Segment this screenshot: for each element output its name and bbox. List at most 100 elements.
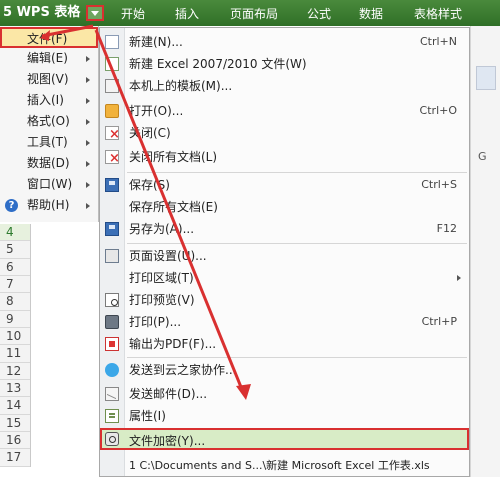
tab-home[interactable]: 开始 bbox=[121, 5, 145, 23]
menu-item-label: 关闭所有文档(L) bbox=[129, 150, 218, 164]
file-submenu: 新建(N)... Ctrl+N 新建 Excel 2007/2010 文件(W)… bbox=[99, 27, 470, 477]
pdf-icon bbox=[105, 337, 119, 351]
menu-item-label: 本机上的模板(M)... bbox=[129, 79, 233, 93]
menu-item-label: 输出为PDF(F)... bbox=[129, 337, 217, 351]
menu-item-label: 帮助(H) bbox=[27, 198, 70, 212]
menu-item-save[interactable]: 保存(S) Ctrl+S bbox=[100, 174, 469, 196]
row-header[interactable]: 8 bbox=[0, 293, 30, 311]
menu-item-close-all[interactable]: 关闭所有文档(L) bbox=[100, 146, 469, 170]
menu-item-label: 打开(O)... bbox=[129, 104, 184, 118]
chevron-down-icon bbox=[91, 10, 99, 16]
menu-separator bbox=[127, 172, 467, 173]
menu-item-recent-file[interactable]: 1 C:\Documents and S...\新建 Microsoft Exc… bbox=[100, 455, 469, 477]
folder-open-icon bbox=[105, 104, 119, 118]
menu-item-save-all[interactable]: 保存所有文档(E) bbox=[100, 196, 469, 218]
menu-item-send-mail[interactable]: 发送邮件(D)... bbox=[100, 383, 469, 405]
row-header[interactable]: 9 bbox=[0, 311, 30, 329]
menu-item-label: 打印区域(T) bbox=[129, 271, 194, 285]
print-preview-icon bbox=[105, 293, 119, 307]
menu-item-label: 打印预览(V) bbox=[129, 293, 195, 307]
menu-item-label: 保存(S) bbox=[129, 178, 170, 192]
menu-item-help[interactable]: ? 帮助(H) bbox=[0, 195, 98, 216]
logo-prefix: 5 bbox=[3, 5, 13, 20]
menu-separator bbox=[127, 357, 467, 358]
menu-item-label: 新建 Excel 2007/2010 文件(W) bbox=[129, 57, 307, 71]
menu-item-label: 工具(T) bbox=[27, 135, 68, 149]
menu-item-data[interactable]: 数据(D) bbox=[0, 153, 98, 174]
ribbon-bar: 5 WPS 表格 开始 插入 页面布局 公式 数据 表格样式 bbox=[0, 0, 500, 26]
tab-page-layout[interactable]: 页面布局 bbox=[230, 5, 278, 23]
menu-item-label: 属性(I) bbox=[129, 409, 166, 423]
menu-item-page-setup[interactable]: 页面设置(U)... bbox=[100, 245, 469, 267]
menu-item-label: 1 C:\Documents and S...\新建 Microsoft Exc… bbox=[129, 459, 430, 472]
menu-item-print-preview[interactable]: 打印预览(V) bbox=[100, 289, 469, 311]
chevron-right-icon bbox=[86, 161, 90, 167]
row-header[interactable]: 5 bbox=[0, 241, 30, 259]
menu-item-label: 页面设置(U)... bbox=[129, 249, 207, 263]
menu-item-open[interactable]: 打开(O)... Ctrl+O bbox=[100, 100, 469, 122]
menu-item-format[interactable]: 格式(O) bbox=[0, 111, 98, 132]
menu-item-label: 发送到云之家协作... bbox=[129, 363, 237, 377]
row-header[interactable]: 16 bbox=[0, 432, 30, 450]
menu-item-print-area[interactable]: 打印区域(T) bbox=[100, 267, 469, 289]
row-header[interactable]: 13 bbox=[0, 380, 30, 398]
shortcut-label: Ctrl+O bbox=[419, 104, 457, 117]
row-header[interactable]: 12 bbox=[0, 363, 30, 381]
menu-item-label: 数据(D) bbox=[27, 156, 70, 170]
menu-item-label: 格式(O) bbox=[27, 114, 70, 128]
menu-item-properties[interactable]: 属性(I) bbox=[100, 405, 469, 427]
lock-icon bbox=[105, 432, 119, 446]
tab-data[interactable]: 数据 bbox=[359, 5, 383, 23]
menu-item-label: 发送邮件(D)... bbox=[129, 387, 208, 401]
menu-item-edit[interactable]: 编辑(E) bbox=[0, 48, 98, 69]
row-header[interactable]: 11 bbox=[0, 345, 30, 363]
row-header[interactable]: 6 bbox=[0, 259, 30, 277]
toolbar-right-strip bbox=[470, 26, 500, 477]
menu-item-tools[interactable]: 工具(T) bbox=[0, 132, 98, 153]
menu-item-send-to-cloud[interactable]: 发送到云之家协作... bbox=[100, 359, 469, 381]
app-menu-dropdown-button[interactable] bbox=[86, 5, 104, 21]
page-setup-icon bbox=[105, 249, 119, 263]
menu-item-label: 另存为(A)... bbox=[129, 222, 195, 236]
row-header[interactable]: 14 bbox=[0, 397, 30, 415]
chevron-right-icon bbox=[457, 275, 461, 281]
menu-item-print[interactable]: 打印(P)... Ctrl+P bbox=[100, 311, 469, 333]
menu-item-label: 保存所有文档(E) bbox=[129, 200, 218, 214]
shortcut-label: Ctrl+P bbox=[421, 315, 457, 328]
row-header[interactable]: 10 bbox=[0, 328, 30, 346]
toolbar-button-icon[interactable] bbox=[476, 66, 496, 90]
menu-item-view[interactable]: 视图(V) bbox=[0, 69, 98, 90]
new-document-icon bbox=[105, 35, 119, 49]
row-header[interactable]: 7 bbox=[0, 276, 30, 294]
tab-insert[interactable]: 插入 bbox=[175, 5, 199, 23]
menu-item-window[interactable]: 窗口(W) bbox=[0, 174, 98, 195]
menu-item-label: 关闭(C) bbox=[129, 126, 171, 140]
menu-item-close[interactable]: 关闭(C) bbox=[100, 122, 469, 146]
row-header[interactable]: 17 bbox=[0, 449, 30, 467]
save-icon bbox=[105, 178, 119, 192]
menu-item-file-encryption[interactable]: 文件加密(Y)... bbox=[100, 428, 469, 450]
menu-item-label: 新建(N)... bbox=[129, 35, 183, 49]
menu-item-new[interactable]: 新建(N)... Ctrl+N bbox=[100, 31, 469, 53]
chevron-right-icon bbox=[86, 77, 90, 83]
row-header[interactable]: 4 bbox=[0, 224, 30, 242]
app-logo[interactable]: 5 WPS 表格 bbox=[3, 4, 85, 22]
menu-item-export-pdf[interactable]: 输出为PDF(F)... bbox=[100, 333, 469, 355]
properties-icon bbox=[105, 409, 119, 423]
cloud-icon bbox=[105, 363, 119, 377]
menu-item-new-excel[interactable]: 新建 Excel 2007/2010 文件(W) bbox=[100, 53, 469, 75]
tab-table-styles[interactable]: 表格样式 bbox=[414, 5, 462, 23]
menu-item-insert[interactable]: 插入(I) bbox=[0, 90, 98, 111]
menu-item-local-templates[interactable]: 本机上的模板(M)... bbox=[100, 75, 469, 97]
mail-icon bbox=[105, 387, 119, 401]
main-menu: 文件(F) 编辑(E) 视图(V) 插入(I) 格式(O) 工具(T) 数据(D… bbox=[0, 26, 99, 222]
tab-formulas[interactable]: 公式 bbox=[307, 5, 331, 23]
column-header-g[interactable]: G bbox=[478, 150, 487, 163]
chevron-right-icon bbox=[86, 140, 90, 146]
row-header[interactable]: 15 bbox=[0, 415, 30, 433]
template-icon bbox=[105, 79, 119, 93]
chevron-right-icon bbox=[86, 119, 90, 125]
menu-item-save-as[interactable]: 另存为(A)... F12 bbox=[100, 218, 469, 240]
menu-item-label: 编辑(E) bbox=[27, 51, 68, 65]
menu-item-file[interactable]: 文件(F) bbox=[0, 27, 98, 48]
